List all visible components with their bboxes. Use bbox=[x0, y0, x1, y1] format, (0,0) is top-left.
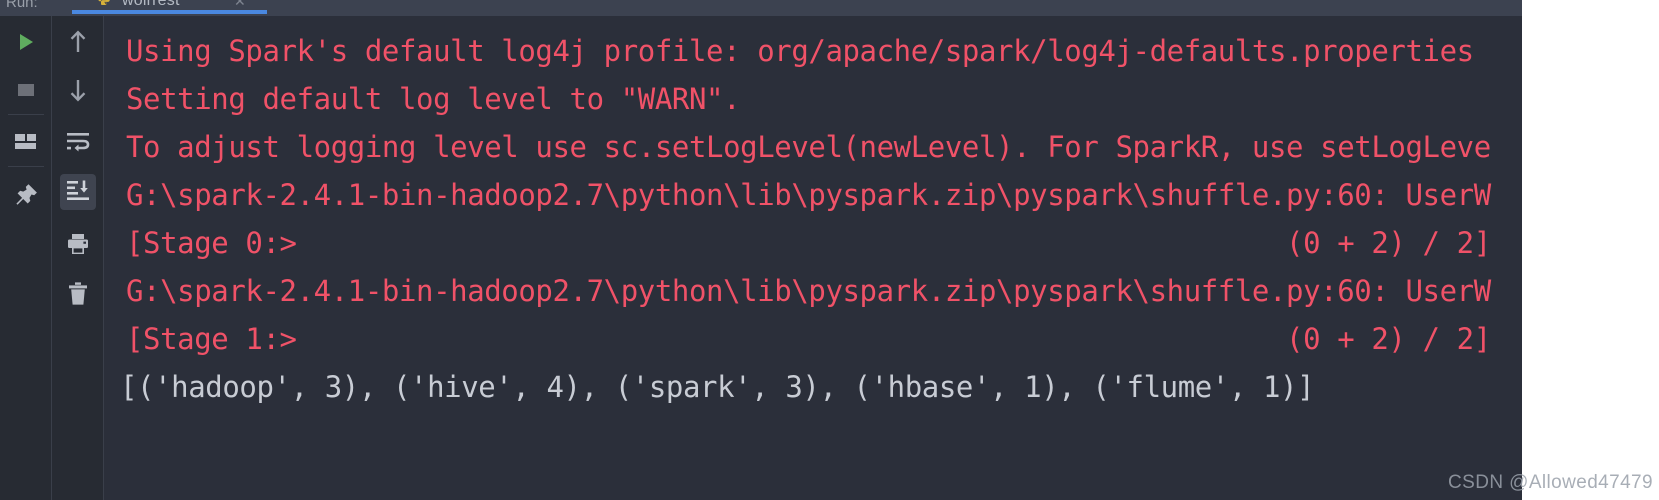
scroll-to-end-button[interactable] bbox=[59, 174, 96, 210]
watermark: CSDN @Allowed47479 bbox=[1448, 472, 1653, 493]
outside-panel-area bbox=[1522, 0, 1659, 500]
scroll-to-end-icon bbox=[65, 178, 91, 206]
clear-all-button[interactable] bbox=[60, 278, 96, 314]
console-line-result: [('hadoop', 3), ('hive', 4), ('spark', 3… bbox=[120, 370, 1315, 404]
run-tool-window-label: Run: bbox=[6, 0, 38, 11]
printer-icon bbox=[65, 232, 91, 260]
soft-wrap-button[interactable] bbox=[60, 126, 96, 162]
run-tool-window-header: Run: wolrrest ✕ bbox=[0, 0, 1522, 16]
arrow-down-icon bbox=[66, 77, 90, 107]
console-toolbar-secondary bbox=[52, 16, 104, 500]
close-icon[interactable]: ✕ bbox=[234, 0, 246, 10]
tab-active-indicator bbox=[72, 10, 267, 14]
console-line: Using Spark's default log4j profile: org… bbox=[126, 34, 1474, 68]
print-button[interactable] bbox=[60, 228, 96, 264]
soft-wrap-icon bbox=[65, 130, 91, 158]
pin-icon bbox=[14, 182, 38, 210]
trash-icon bbox=[66, 281, 90, 311]
tab-label: wolrrest bbox=[122, 0, 180, 9]
play-icon bbox=[14, 30, 38, 58]
console-line-stage-1: [Stage 1:> (0 + 2) / 2] bbox=[126, 322, 1491, 356]
stop-button[interactable] bbox=[8, 74, 44, 110]
layout-windows-icon bbox=[14, 131, 38, 157]
run-tool-window: Run: wolrrest ✕ Using Spark's default lo… bbox=[0, 0, 1659, 500]
layout-button[interactable] bbox=[8, 126, 44, 162]
run-toolbar-primary bbox=[0, 16, 52, 500]
up-the-stack-trace-button[interactable] bbox=[60, 26, 96, 62]
console-line-stage-0: [Stage 0:> (0 + 2) / 2] bbox=[126, 226, 1491, 260]
arrow-up-icon bbox=[66, 29, 90, 59]
stop-square-icon bbox=[15, 79, 37, 105]
toolbar-divider bbox=[8, 114, 44, 115]
console-line: G:\spark-2.4.1-bin-hadoop2.7\python\lib\… bbox=[126, 178, 1491, 212]
rerun-button[interactable] bbox=[8, 26, 44, 62]
toolbar-divider bbox=[8, 166, 44, 167]
console-line: To adjust logging level use sc.setLogLev… bbox=[126, 130, 1491, 164]
console-lines: Using Spark's default log4j profile: org… bbox=[104, 27, 1522, 411]
console-line: G:\spark-2.4.1-bin-hadoop2.7\python\lib\… bbox=[126, 274, 1491, 308]
down-the-stack-trace-button[interactable] bbox=[60, 74, 96, 110]
pin-tab-button[interactable] bbox=[8, 178, 44, 214]
console-line: Setting default log level to "WARN". bbox=[126, 82, 741, 116]
console-output[interactable]: Using Spark's default log4j profile: org… bbox=[104, 16, 1522, 500]
